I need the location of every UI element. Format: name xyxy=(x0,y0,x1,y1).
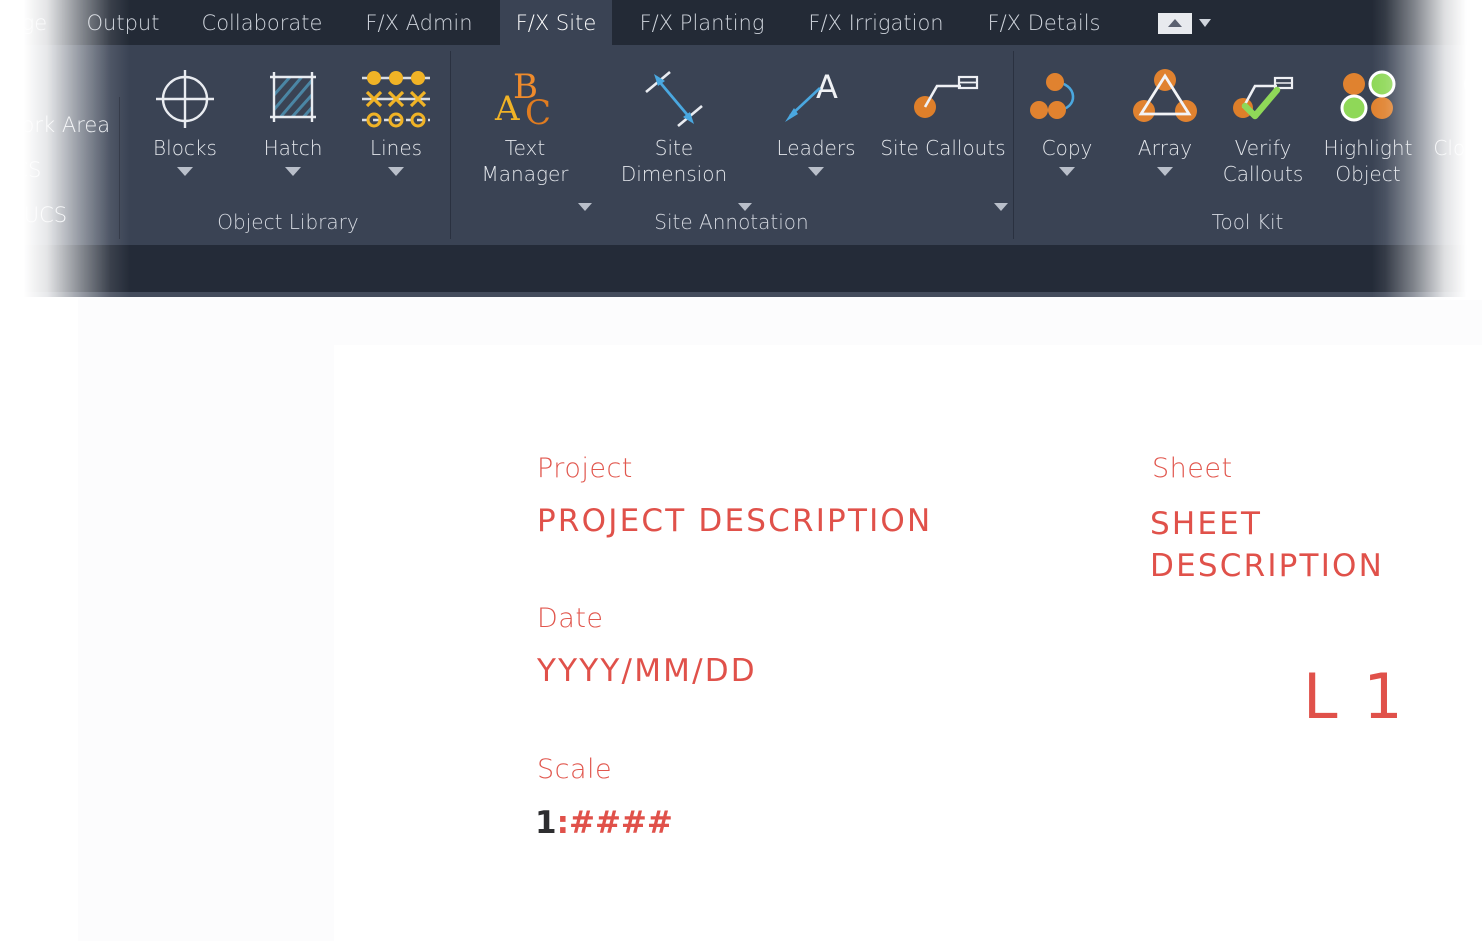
triangle-up-icon[interactable] xyxy=(1158,12,1192,34)
panel-divider xyxy=(119,97,120,239)
panel-title-object-library: Object Library xyxy=(217,210,359,234)
tab-label: F/X Details xyxy=(987,10,1101,35)
ribbon-overflow-control[interactable] xyxy=(1158,12,1211,34)
ribbon-tab-bar: age Output Collaborate F/X Admin F/X Sit… xyxy=(0,0,1482,45)
tab-label: F/X Site xyxy=(515,10,597,35)
blocks-target-icon xyxy=(126,63,244,135)
ribbon-button-site-callouts[interactable]: Site Callouts xyxy=(880,63,1006,161)
verify-check-icon xyxy=(1203,63,1323,135)
tab-label: F/X Admin xyxy=(365,10,473,35)
ribbon-button-lines[interactable]: Lines xyxy=(337,63,455,178)
ribbon-button-label: Lines xyxy=(369,136,423,160)
hatch-square-icon xyxy=(234,63,352,135)
ribbon-button-label: Clo Mir xyxy=(1433,136,1482,160)
tab-label: age xyxy=(8,10,48,35)
chevron-down-icon[interactable] xyxy=(808,164,824,178)
sheet-value[interactable]: SHEET DESCRIPTION xyxy=(1150,503,1480,587)
lines-styles-icon xyxy=(337,63,455,135)
clone-mirror-icon xyxy=(1408,63,1482,135)
callout-tag-icon xyxy=(880,63,1006,135)
ribbon-item-ucs[interactable]: UCS xyxy=(0,158,41,182)
ribbon: age Output Collaborate F/X Admin F/X Sit… xyxy=(0,0,1482,300)
tab-label: Collaborate xyxy=(201,10,323,35)
tab-manage-clipped[interactable]: age xyxy=(0,0,64,45)
sheet-page xyxy=(334,345,1482,941)
svg-text:C: C xyxy=(525,93,551,133)
ribbon-button-label: Leaders xyxy=(776,136,856,160)
sheet-number[interactable]: L 1 xyxy=(1303,660,1406,733)
ribbon-button-site-dimension[interactable]: Site Dimension xyxy=(615,63,733,187)
ribbon-button-text-manager[interactable]: A B C Text Manager xyxy=(466,63,584,187)
ribbon-button-label: Hatch xyxy=(263,136,323,160)
sheet-label: Sheet xyxy=(1152,453,1233,484)
ribbon-panel-row: Work Area UCS re UCS up Blocks xyxy=(0,45,1482,272)
tab-output[interactable]: Output xyxy=(76,0,170,45)
abc-text-icon: A B C xyxy=(466,63,584,135)
ribbon-bottom-border xyxy=(0,292,1482,297)
tab-fx-details[interactable]: F/X Details xyxy=(970,0,1118,45)
ribbon-button-clone-mirror[interactable]: Clo Mir xyxy=(1408,63,1482,161)
project-label: Project xyxy=(537,453,633,484)
scale-label: Scale xyxy=(537,754,613,785)
tab-label: F/X Irrigation xyxy=(808,10,944,35)
dimension-arrow-icon xyxy=(615,63,733,135)
date-value[interactable]: YYYY/MM/DD xyxy=(537,653,757,689)
scale-value[interactable]: 1:#### xyxy=(535,805,673,841)
chevron-down-icon[interactable] xyxy=(1157,164,1173,178)
scale-value-rest: :#### xyxy=(556,805,673,841)
date-label: Date xyxy=(537,603,604,634)
ribbon-button-label: Text Manager xyxy=(481,136,569,186)
chevron-down-icon[interactable] xyxy=(1059,164,1075,178)
chevron-down-icon[interactable] xyxy=(177,164,193,178)
ribbon-button-leaders[interactable]: A Leaders xyxy=(757,63,875,178)
ribbon-item-restore-ucs[interactable]: re UCS xyxy=(0,203,67,227)
tab-fx-planting[interactable]: F/X Planting xyxy=(622,0,782,45)
ribbon-button-label: Blocks xyxy=(153,136,217,160)
panel-title-site-annotation: Site Annotation xyxy=(654,210,809,234)
ribbon-button-label: Copy xyxy=(1041,136,1093,160)
ribbon-item-work-area[interactable]: Work Area xyxy=(2,113,110,137)
svg-text:A: A xyxy=(816,68,838,106)
ribbon-button-label: Site Callouts xyxy=(880,136,1006,160)
tab-fx-site[interactable]: F/X Site xyxy=(500,0,612,45)
ribbon-button-label: Site Dimension xyxy=(620,136,728,186)
chevron-down-icon[interactable] xyxy=(285,164,301,178)
tab-fx-irrigation[interactable]: F/X Irrigation xyxy=(792,0,960,45)
tab-label: F/X Planting xyxy=(639,10,765,35)
chevron-down-icon[interactable] xyxy=(388,164,404,178)
tab-fx-admin[interactable]: F/X Admin xyxy=(348,0,490,45)
scale-value-lead: 1 xyxy=(535,805,557,841)
ribbon-button-blocks[interactable]: Blocks xyxy=(126,63,244,178)
tab-label: Output xyxy=(86,10,160,35)
chevron-down-icon[interactable] xyxy=(1199,19,1211,27)
ribbon-button-hatch[interactable]: Hatch xyxy=(234,63,352,178)
ribbon-lower-strip xyxy=(0,245,1482,297)
leader-arrow-icon: A xyxy=(757,63,875,135)
project-value[interactable]: PROJECT DESCRIPTION xyxy=(537,503,932,539)
ribbon-button-label: Array xyxy=(1137,136,1193,160)
panel-title-tool-kit: Tool Kit xyxy=(1211,210,1284,234)
tab-collaborate[interactable]: Collaborate xyxy=(184,0,340,45)
